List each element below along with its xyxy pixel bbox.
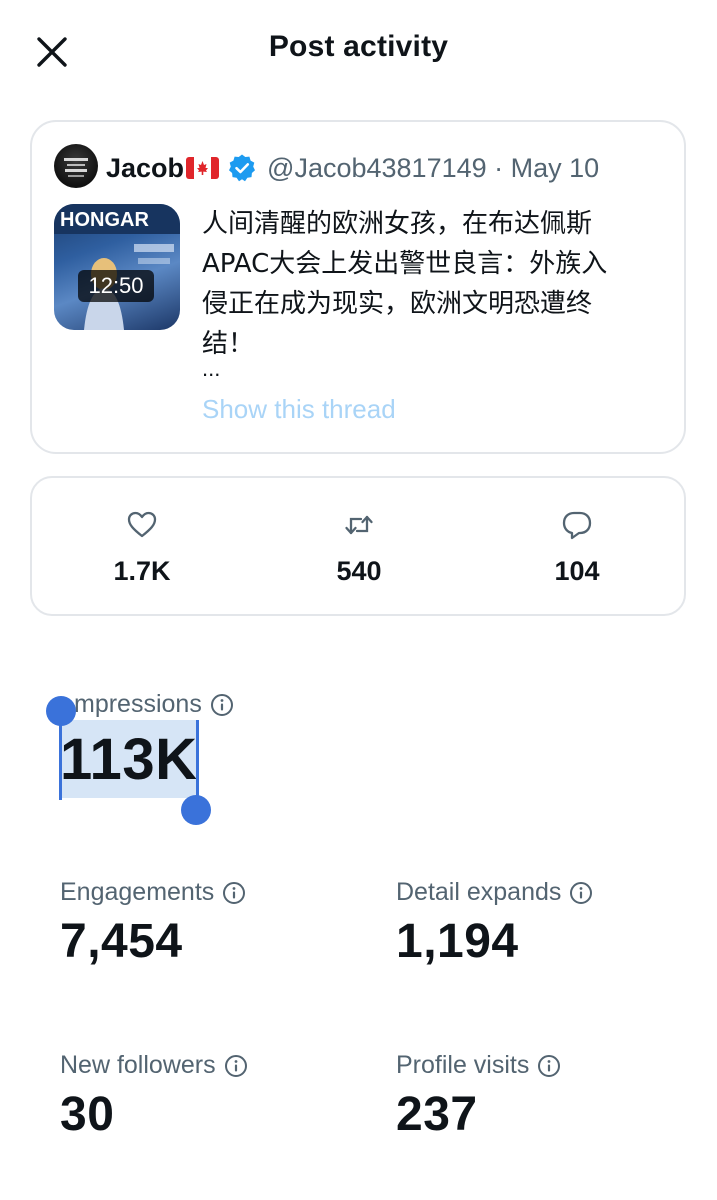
engagement-metrics-card: 1.7K 540 104	[30, 476, 686, 616]
post-preview-card[interactable]: Jacob @Jacob43817149 · May 10 HONGAR 12:…	[30, 120, 686, 454]
engagements-label: Engagements	[60, 878, 246, 907]
new-followers-value: 30	[60, 1088, 115, 1141]
header: Post activity	[0, 0, 717, 100]
info-icon[interactable]	[210, 693, 234, 717]
reposts-count: 540	[336, 556, 382, 586]
reposts-metric[interactable]: 540	[289, 508, 429, 587]
info-icon[interactable]	[224, 1054, 248, 1078]
likes-count: 1.7K	[113, 556, 171, 586]
impressions-label: mpressions	[74, 690, 234, 719]
detail-expands-label: Detail expands	[396, 878, 593, 907]
selection-start-bar	[59, 716, 62, 800]
post-ellipsis: ...	[202, 356, 221, 381]
replies-count: 104	[554, 556, 600, 586]
profile-visits-label-text: Profile visits	[396, 1051, 530, 1079]
selection-start-handle[interactable]	[46, 696, 76, 726]
info-icon[interactable]	[569, 881, 593, 905]
author-name[interactable]: Jacob	[106, 153, 184, 184]
show-thread-link[interactable]: Show this thread	[202, 394, 396, 425]
detail-expands-label-text: Detail expands	[396, 878, 562, 906]
author-handle-and-date[interactable]: @Jacob43817149 · May 10	[267, 153, 599, 184]
engagements-value: 7,454	[60, 915, 183, 968]
video-duration-badge: 12:50	[78, 270, 154, 302]
video-frame-icon: HONGAR	[54, 204, 180, 330]
profile-visits-value: 237	[396, 1088, 478, 1141]
selection-end-handle[interactable]	[181, 795, 211, 825]
reply-bubble-icon	[562, 511, 592, 540]
impressions-value[interactable]: 113K	[60, 726, 197, 793]
author-line: Jacob @Jacob43817149 · May 10	[106, 148, 599, 188]
repost-icon	[345, 515, 373, 535]
info-icon[interactable]	[222, 881, 246, 905]
video-thumbnail[interactable]: HONGAR 12:50	[54, 204, 180, 330]
impressions-label-text: mpressions	[74, 690, 202, 718]
replies-metric[interactable]: 104	[507, 508, 647, 587]
new-followers-label: New followers	[60, 1051, 248, 1080]
profile-visits-label: Profile visits	[396, 1051, 561, 1080]
canada-flag-icon	[186, 157, 220, 179]
svg-text:HONGAR: HONGAR	[60, 209, 149, 231]
post-text: 人间清醒的欧洲女孩，在布达佩斯 APAC大会上发出警世良言：外族入 侵正在成为现…	[202, 209, 608, 359]
heart-icon	[127, 511, 157, 538]
selection-end-bar	[196, 720, 199, 804]
avatar-artwork-icon	[64, 158, 88, 177]
new-followers-label-text: New followers	[60, 1051, 216, 1079]
likes-metric[interactable]: 1.7K	[72, 508, 212, 587]
detail-expands-value: 1,194	[396, 915, 519, 968]
verified-badge-icon	[229, 154, 256, 182]
page-title: Post activity	[268, 30, 449, 63]
engagements-label-text: Engagements	[60, 878, 215, 906]
avatar[interactable]	[54, 144, 98, 188]
info-icon[interactable]	[537, 1054, 561, 1078]
